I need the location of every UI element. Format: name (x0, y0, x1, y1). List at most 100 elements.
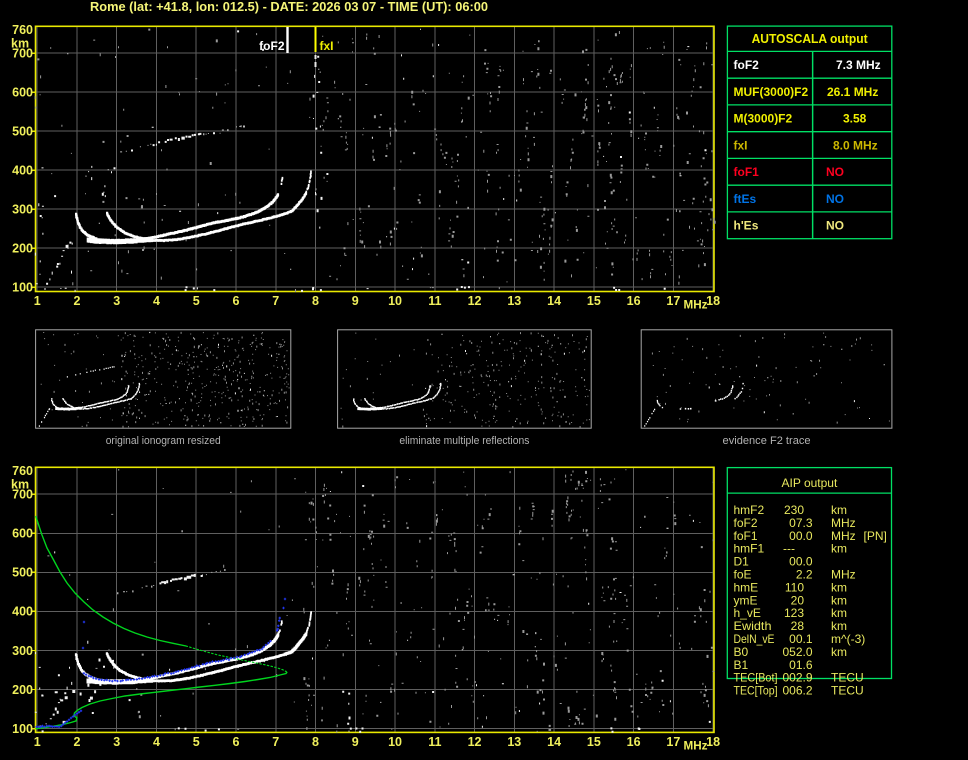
svg-text:MHz: MHz (831, 529, 856, 543)
svg-text:MHz: MHz (831, 516, 856, 530)
svg-text:3: 3 (113, 735, 120, 749)
svg-text:200: 200 (12, 683, 33, 697)
svg-text:h'Es: h'Es (734, 219, 759, 233)
svg-text:hmF1: hmF1 (734, 542, 765, 556)
svg-text:NO: NO (826, 165, 844, 179)
svg-text:500: 500 (12, 125, 33, 139)
svg-text:hmF2: hmF2 (734, 503, 765, 517)
svg-text:[PN]: [PN] (864, 529, 887, 543)
svg-text:TEC[Bot]: TEC[Bot] (734, 671, 778, 685)
svg-text:052.0: 052.0 (782, 645, 812, 659)
svg-text:DelN_vE: DelN_vE (734, 632, 775, 646)
svg-text:16: 16 (627, 294, 641, 308)
svg-text:foE: foE (734, 568, 752, 582)
svg-text:7: 7 (272, 735, 279, 749)
svg-text:2.2: 2.2 (796, 568, 813, 582)
svg-text:fxI: fxI (320, 39, 334, 53)
svg-text:foF1: foF1 (734, 165, 760, 179)
svg-text:00.1: 00.1 (789, 632, 813, 646)
svg-text:original ionogram resized: original ionogram resized (106, 435, 221, 447)
svg-text:7: 7 (272, 294, 279, 308)
svg-text:14: 14 (547, 294, 561, 308)
svg-text:MUF(3000)F2: MUF(3000)F2 (734, 85, 809, 99)
svg-text:km: km (831, 503, 847, 517)
svg-text:600: 600 (12, 527, 33, 541)
svg-text:km: km (831, 619, 847, 633)
svg-text:15: 15 (587, 735, 601, 749)
svg-text:foF2: foF2 (259, 39, 285, 53)
svg-text:230: 230 (784, 503, 804, 517)
svg-text:123: 123 (784, 606, 804, 620)
svg-text:eliminate multiple reflections: eliminate multiple reflections (399, 435, 529, 447)
svg-text:9: 9 (352, 294, 359, 308)
svg-text:AUTOSCALA output: AUTOSCALA output (752, 32, 869, 46)
svg-text:2: 2 (73, 735, 80, 749)
svg-text:6: 6 (233, 294, 240, 308)
svg-text:17: 17 (666, 294, 680, 308)
svg-text:MHz: MHz (684, 739, 708, 753)
svg-text:16: 16 (627, 735, 641, 749)
svg-text:3: 3 (113, 294, 120, 308)
svg-text:5: 5 (193, 735, 200, 749)
svg-text:hmE: hmE (734, 580, 759, 594)
svg-text:200: 200 (12, 242, 33, 256)
svg-text:AIP output: AIP output (781, 476, 837, 490)
svg-text:760: 760 (12, 23, 33, 37)
svg-text:foF1: foF1 (734, 529, 758, 543)
svg-text:fxI: fxI (734, 138, 748, 152)
svg-text:110: 110 (785, 580, 804, 594)
svg-text:km: km (831, 580, 847, 594)
svg-text:D1: D1 (734, 555, 750, 569)
svg-text:9: 9 (352, 735, 359, 749)
svg-text:B0: B0 (734, 645, 749, 659)
svg-text:10: 10 (388, 735, 402, 749)
svg-text:2: 2 (73, 294, 80, 308)
svg-text:km: km (831, 606, 847, 620)
svg-text:002.9: 002.9 (782, 671, 812, 685)
svg-text:400: 400 (12, 164, 33, 178)
svg-text:B1: B1 (734, 658, 749, 672)
svg-text:TECU: TECU (831, 684, 864, 698)
svg-text:ymE: ymE (734, 593, 758, 607)
svg-text:300: 300 (12, 644, 33, 658)
svg-text:8: 8 (312, 294, 319, 308)
svg-text:01.6: 01.6 (789, 658, 813, 672)
svg-text:Rome (lat: +41.8, lon: 012.5): Rome (lat: +41.8, lon: 012.5) - DATE: 20… (90, 0, 488, 14)
svg-text:700: 700 (12, 47, 33, 61)
svg-text:12: 12 (468, 294, 482, 308)
svg-text:18: 18 (706, 735, 720, 749)
svg-text:07.3: 07.3 (789, 516, 813, 530)
svg-text:1: 1 (34, 294, 41, 308)
svg-text:3.58: 3.58 (843, 112, 867, 126)
svg-text:evidence F2 trace: evidence F2 trace (723, 435, 811, 447)
svg-text:foF2: foF2 (734, 516, 758, 530)
svg-text:4: 4 (153, 735, 160, 749)
svg-text:300: 300 (12, 203, 33, 217)
svg-text:500: 500 (12, 566, 33, 580)
svg-text:6: 6 (233, 735, 240, 749)
svg-text:600: 600 (12, 86, 33, 100)
svg-text:11: 11 (428, 735, 441, 749)
svg-text:7.3 MHz: 7.3 MHz (836, 58, 881, 72)
svg-text:00.0: 00.0 (789, 529, 813, 543)
svg-text:NO: NO (826, 192, 844, 206)
svg-text:100: 100 (12, 722, 33, 736)
svg-text:12: 12 (468, 735, 482, 749)
svg-text:13: 13 (507, 735, 521, 749)
svg-text:TEC[Top]: TEC[Top] (734, 684, 778, 698)
svg-text:20: 20 (791, 593, 805, 607)
svg-text:400: 400 (12, 605, 33, 619)
svg-text:h_vE: h_vE (734, 606, 761, 620)
svg-text:m^(-3): m^(-3) (831, 632, 865, 646)
svg-text:TECU: TECU (831, 671, 864, 685)
svg-text:NO: NO (826, 219, 844, 233)
svg-text:760: 760 (12, 464, 33, 478)
svg-text:00.0: 00.0 (789, 555, 813, 569)
svg-text:006.2: 006.2 (782, 684, 812, 698)
svg-text:ftEs: ftEs (734, 192, 757, 206)
svg-text:18: 18 (706, 294, 720, 308)
svg-text:km: km (831, 542, 847, 556)
svg-text:1: 1 (34, 735, 41, 749)
svg-text:5: 5 (193, 294, 200, 308)
svg-text:13: 13 (507, 294, 521, 308)
